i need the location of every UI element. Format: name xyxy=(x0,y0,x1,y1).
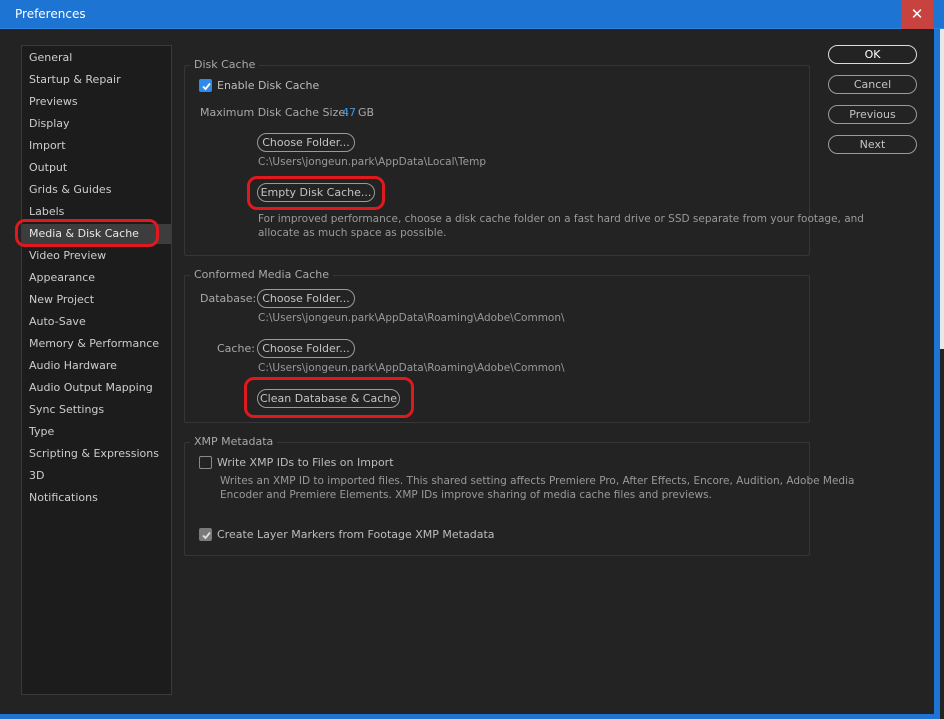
sidebar-item-scripting-expressions[interactable]: Scripting & Expressions xyxy=(22,444,171,464)
sidebar-item-grids-guides[interactable]: Grids & Guides xyxy=(22,180,171,200)
cache-choose-folder-button[interactable]: Choose Folder... xyxy=(257,339,355,358)
sidebar-item-3d[interactable]: 3D xyxy=(22,466,171,486)
sidebar-item-memory-performance[interactable]: Memory & Performance xyxy=(22,334,171,354)
ok-button[interactable]: OK xyxy=(828,45,917,64)
database-label: Database: xyxy=(200,292,257,305)
close-icon[interactable]: ✕ xyxy=(901,0,933,29)
enable-disk-cache-checkbox[interactable] xyxy=(199,79,212,92)
sidebar-item-new-project[interactable]: New Project xyxy=(22,290,171,310)
sidebar-item-output[interactable]: Output xyxy=(22,158,171,178)
sidebar-item-media-disk-cache[interactable]: Media & Disk Cache xyxy=(22,224,171,244)
previous-button[interactable]: Previous xyxy=(828,105,917,124)
sidebar-item-audio-output-mapping[interactable]: Audio Output Mapping xyxy=(22,378,171,398)
checkmark-icon xyxy=(202,531,211,540)
disk-cache-path: C:\Users\jongeun.park\AppData\Local\Temp xyxy=(258,156,487,168)
clean-database-cache-button[interactable]: Clean Database & Cache xyxy=(257,389,400,408)
sidebar-item-previews[interactable]: Previews xyxy=(22,92,171,112)
sidebar-item-display[interactable]: Display xyxy=(22,114,171,134)
sidebar-item-appearance[interactable]: Appearance xyxy=(22,268,171,288)
empty-disk-cache-button[interactable]: Empty Disk Cache... xyxy=(257,183,375,202)
database-path: C:\Users\jongeun.park\AppData\Roaming\Ad… xyxy=(258,312,565,324)
xmp-description-line2: Encoder and Premiere Elements. XMP IDs i… xyxy=(220,489,712,501)
title-bar: Preferences ✕ xyxy=(0,0,944,29)
sidebar-item-labels[interactable]: Labels xyxy=(22,202,171,222)
disk-cache-note-line2: allocate as much space as possible. xyxy=(258,227,447,239)
xmp-description-line1: Writes an XMP ID to imported files. This… xyxy=(220,475,855,487)
sidebar-item-audio-hardware[interactable]: Audio Hardware xyxy=(22,356,171,376)
max-cache-size-label: Maximum Disk Cache Size: xyxy=(200,106,349,119)
sidebar-item-notifications[interactable]: Notifications xyxy=(22,488,171,508)
disk-cache-choose-folder-button[interactable]: Choose Folder... xyxy=(257,133,355,152)
enable-disk-cache-label: Enable Disk Cache xyxy=(217,79,320,92)
database-choose-folder-button[interactable]: Choose Folder... xyxy=(257,289,355,308)
sidebar-item-type[interactable]: Type xyxy=(22,422,171,442)
disk-cache-title: Disk Cache xyxy=(190,58,260,71)
background-strip xyxy=(940,29,944,349)
sidebar-item-video-preview[interactable]: Video Preview xyxy=(22,246,171,266)
conformed-media-cache-title: Conformed Media Cache xyxy=(190,268,334,281)
max-cache-size-unit: GB xyxy=(358,106,375,119)
next-button[interactable]: Next xyxy=(828,135,917,154)
cancel-button[interactable]: Cancel xyxy=(828,75,917,94)
create-layer-markers-checkbox[interactable] xyxy=(199,528,212,541)
create-layer-markers-label: Create Layer Markers from Footage XMP Me… xyxy=(217,528,495,541)
disk-cache-note-line1: For improved performance, choose a disk … xyxy=(258,213,864,225)
sidebar-item-startup-repair[interactable]: Startup & Repair xyxy=(22,70,171,90)
sidebar-item-auto-save[interactable]: Auto-Save xyxy=(22,312,171,332)
preferences-category-list: General Startup & Repair Previews Displa… xyxy=(21,45,172,695)
sidebar-item-sync-settings[interactable]: Sync Settings xyxy=(22,400,171,420)
xmp-metadata-title: XMP Metadata xyxy=(190,435,278,448)
window-frame-bottom xyxy=(0,714,940,719)
cache-path: C:\Users\jongeun.park\AppData\Roaming\Ad… xyxy=(258,362,565,374)
write-xmp-ids-label: Write XMP IDs to Files on Import xyxy=(217,456,394,469)
max-cache-size-value[interactable]: 47 xyxy=(342,106,356,119)
write-xmp-ids-checkbox[interactable] xyxy=(199,456,212,469)
sidebar-item-general[interactable]: General xyxy=(22,48,171,68)
window-title: Preferences xyxy=(15,7,86,21)
checkmark-icon xyxy=(202,82,211,91)
sidebar-item-import[interactable]: Import xyxy=(22,136,171,156)
cache-label: Cache: xyxy=(217,342,255,355)
